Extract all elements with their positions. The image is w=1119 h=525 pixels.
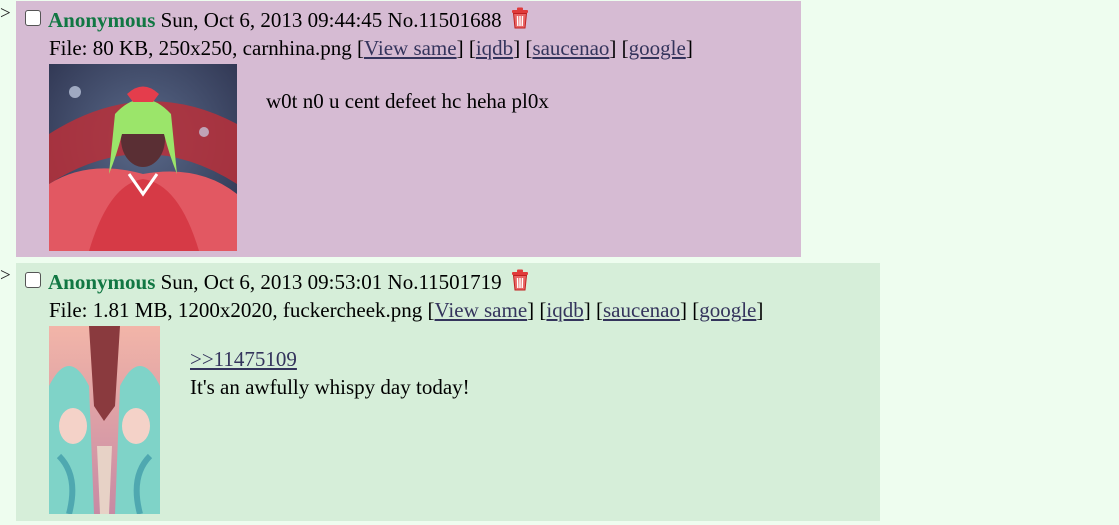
iqdb-link[interactable]: iqdb [476,36,513,60]
post-message: w0t n0 u cent defeet hc heha pl0x [266,89,549,113]
post-select-checkbox[interactable] [25,10,41,26]
post-header: Anonymous Sun, Oct 6, 2013 09:44:45 No.1… [48,7,801,35]
post-thumbnail[interactable] [49,326,160,514]
post-number[interactable]: No.11501688 [388,8,502,32]
post-datetime: Sun, Oct 6, 2013 09:44:45 [160,8,383,32]
trash-icon[interactable] [510,7,530,35]
poster-name: Anonymous [48,8,156,32]
post-message: It's an awfully whispy day today! [190,375,470,399]
view-same-link[interactable]: View same [364,36,457,60]
post-11501719: Anonymous Sun, Oct 6, 2013 09:53:01 No.1… [16,263,880,521]
google-link[interactable]: google [699,298,756,322]
google-link[interactable]: google [629,36,686,60]
quote-link[interactable]: >>11475109 [190,345,297,373]
file-info: File: 80 KB, 250x250, carnhina.png [View… [49,36,693,60]
post-header: Anonymous Sun, Oct 6, 2013 09:53:01 No.1… [48,269,880,297]
view-same-link[interactable]: View same [435,298,528,322]
reply-arrow: > [0,3,11,24]
reply-arrow: > [0,265,11,286]
file-details: File: 1.81 MB, 1200x2020, fuckercheek.pn… [49,298,423,322]
file-details: File: 80 KB, 250x250, carnhina.png [49,36,352,60]
post-11501688: Anonymous Sun, Oct 6, 2013 09:44:45 No.1… [16,1,801,257]
iqdb-link[interactable]: iqdb [546,298,583,322]
thread: > Anonymous Sun, Oct 6, 2013 09:44:45 No… [0,0,1119,525]
file-info: File: 1.81 MB, 1200x2020, fuckercheek.pn… [49,298,764,322]
trash-icon[interactable] [510,269,530,297]
saucenao-link[interactable]: saucenao [532,36,609,60]
post-number[interactable]: No.11501719 [388,270,502,294]
post-datetime: Sun, Oct 6, 2013 09:53:01 [160,270,383,294]
saucenao-link[interactable]: saucenao [603,298,680,322]
poster-name: Anonymous [48,270,156,294]
post-thumbnail[interactable] [49,64,237,251]
post-select-checkbox[interactable] [25,272,41,288]
